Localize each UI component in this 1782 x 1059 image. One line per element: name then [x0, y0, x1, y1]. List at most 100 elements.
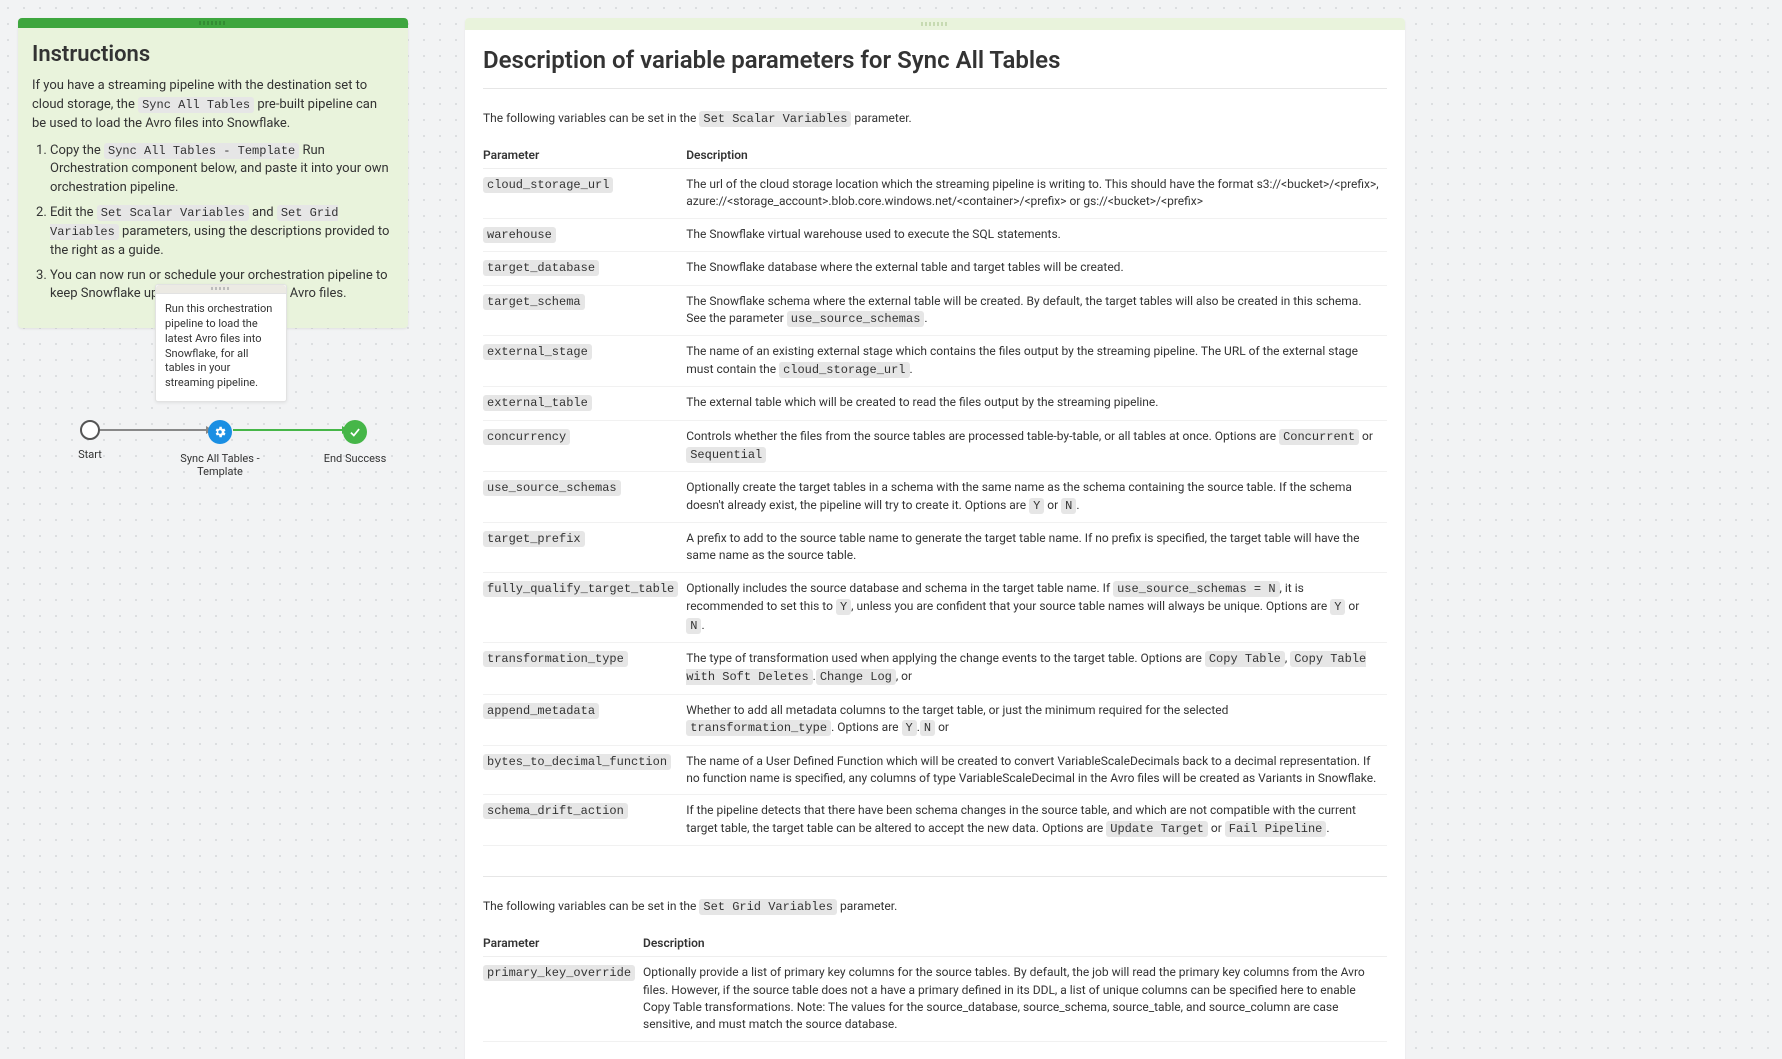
code-inline: Change Log — [816, 669, 896, 685]
param-description: Whether to add all metadata columns to t… — [686, 694, 1387, 745]
table-row: fully_qualify_target_tableOptionally inc… — [483, 572, 1387, 642]
param-description: Controls whether the files from the sour… — [686, 420, 1387, 472]
code-inline: target_schema — [483, 294, 585, 310]
param-name: append_metadata — [483, 694, 686, 745]
param-description: The Snowflake schema where the external … — [686, 285, 1387, 336]
param-name: transformation_type — [483, 643, 686, 695]
param-description: The name of an existing external stage w… — [686, 336, 1387, 387]
param-name: concurrency — [483, 420, 686, 472]
param-description: The name of a User Defined Function whic… — [686, 745, 1387, 795]
col-description: Description — [686, 142, 1387, 169]
code-inline: Concurrent — [1279, 429, 1359, 445]
note-text: Run this orchestration pipeline to load … — [156, 294, 286, 401]
param-name: target_database — [483, 252, 686, 285]
node-label: Sync All Tables - Template — [175, 452, 265, 478]
table-row: concurrency Controls whether the files fr… — [483, 420, 1387, 472]
col-parameter: Parameter — [483, 930, 643, 957]
grid-lead: The following variables can be set in th… — [483, 899, 1387, 914]
table-row: warehouseThe Snowflake virtual warehouse… — [483, 218, 1387, 251]
instructions-panel: Instructions If you have a streaming pip… — [18, 18, 408, 328]
code-inline: fully_qualify_target_table — [483, 581, 678, 597]
code-inline: Set Scalar Variables — [699, 111, 851, 127]
param-name: fully_qualify_target_table — [483, 572, 686, 642]
documentation-panel: Description of variable parameters for S… — [465, 18, 1405, 1059]
param-description: The url of the cloud storage location wh… — [686, 169, 1387, 219]
code-inline: append_metadata — [483, 703, 599, 719]
doc-drag-handle[interactable] — [465, 18, 1405, 30]
node-end-success[interactable]: End Success — [310, 420, 400, 465]
param-name: external_table — [483, 387, 686, 420]
note-drag-handle[interactable] — [156, 285, 286, 294]
code-inline: use_source_schemas — [483, 480, 621, 496]
code-inline: use_source_schemas = N — [1113, 581, 1279, 597]
instructions-title: Instructions — [32, 42, 394, 67]
code-inline: concurrency — [483, 429, 570, 445]
code-inline: Fail Pipeline — [1225, 821, 1327, 837]
doc-title: Description of variable parameters for S… — [483, 46, 1387, 74]
node-start[interactable]: Start — [45, 420, 135, 461]
code-inline: transformation_type — [483, 651, 628, 667]
param-name: warehouse — [483, 218, 686, 251]
code-inline: target_prefix — [483, 531, 585, 547]
code-inline: cloud_storage_url — [483, 177, 613, 193]
scalar-params-table: Parameter Description cloud_storage_urlT… — [483, 142, 1387, 846]
code-inline: primary_key_override — [483, 965, 635, 981]
code-inline: Y — [902, 720, 917, 736]
table-row: target_prefix A prefix to add to the sour… — [483, 523, 1387, 573]
param-name: schema_drift_action — [483, 795, 686, 846]
param-name: target_prefix — [483, 523, 686, 573]
table-row: schema_drift_actionIf the pipeline detec… — [483, 795, 1387, 846]
node-sync-all-tables[interactable]: Sync All Tables - Template — [175, 420, 265, 478]
code-inline: Sync All Tables - Template — [104, 143, 299, 159]
divider — [483, 876, 1387, 877]
gear-icon — [208, 420, 232, 444]
param-description: The Snowflake virtual warehouse used to … — [686, 218, 1387, 251]
table-row: bytes_to_decimal_function The name of a U… — [483, 745, 1387, 795]
table-row: primary_key_override Optionally provide a… — [483, 957, 1387, 1042]
table-row: transformation_type The type of transform… — [483, 643, 1387, 695]
param-name: primary_key_override — [483, 957, 643, 1042]
code-inline: Set Grid Variables — [699, 899, 837, 915]
diagram-note[interactable]: Run this orchestration pipeline to load … — [155, 284, 287, 402]
code-inline: Sync All Tables — [138, 97, 254, 113]
param-description: Optionally create the target tables in a… — [686, 472, 1387, 523]
instructions-intro: If you have a streaming pipeline with th… — [32, 77, 394, 134]
code-inline: Update Target — [1106, 821, 1208, 837]
param-description: Optionally provide a list of primary key… — [643, 957, 1387, 1042]
param-name: cloud_storage_url — [483, 169, 686, 219]
table-row: use_source_schemas Optionally create the … — [483, 472, 1387, 523]
instructions-drag-handle[interactable] — [18, 18, 408, 28]
code-inline: N — [1061, 498, 1076, 514]
code-inline: cloud_storage_url — [779, 362, 909, 378]
table-row: target_databaseThe Snowflake database wh… — [483, 252, 1387, 285]
table-row: append_metadata Whether to add all metada… — [483, 694, 1387, 745]
code-inline: N — [686, 618, 701, 634]
instructions-steps: Copy the Sync All Tables - Template Run … — [50, 142, 394, 305]
check-icon — [343, 420, 367, 444]
table-row: target_schema The Snowflake schema where … — [483, 285, 1387, 336]
node-label: Start — [45, 448, 135, 461]
code-inline: Y — [1330, 599, 1345, 615]
code-inline: bytes_to_decimal_function — [483, 754, 671, 770]
code-inline: target_database — [483, 260, 599, 276]
code-inline: Copy Table — [1205, 651, 1285, 667]
code-inline: schema_drift_action — [483, 803, 628, 819]
param-description: A prefix to add to the source table name… — [686, 523, 1387, 573]
instruction-step: Edit the Set Scalar Variables and Set Gr… — [50, 204, 394, 261]
code-inline: Sequential — [686, 447, 766, 463]
code-inline: N — [920, 720, 935, 736]
code-inline: Set Scalar Variables — [97, 205, 249, 221]
table-row: cloud_storage_url The url of the cloud st… — [483, 169, 1387, 219]
grid-params-table: Parameter Description primary_key_overri… — [483, 930, 1387, 1042]
table-row: external_stageThe name of an existing ex… — [483, 336, 1387, 387]
param-description: The type of transformation used when app… — [686, 643, 1387, 695]
code-inline: Y — [1029, 498, 1044, 514]
code-inline: transformation_type — [686, 720, 831, 736]
start-icon — [80, 420, 100, 440]
scalar-lead: The following variables can be set in th… — [483, 111, 1387, 126]
code-inline: Y — [836, 599, 851, 615]
param-name: external_stage — [483, 336, 686, 387]
col-description: Description — [643, 930, 1387, 957]
col-parameter: Parameter — [483, 142, 686, 169]
node-label: End Success — [310, 452, 400, 465]
